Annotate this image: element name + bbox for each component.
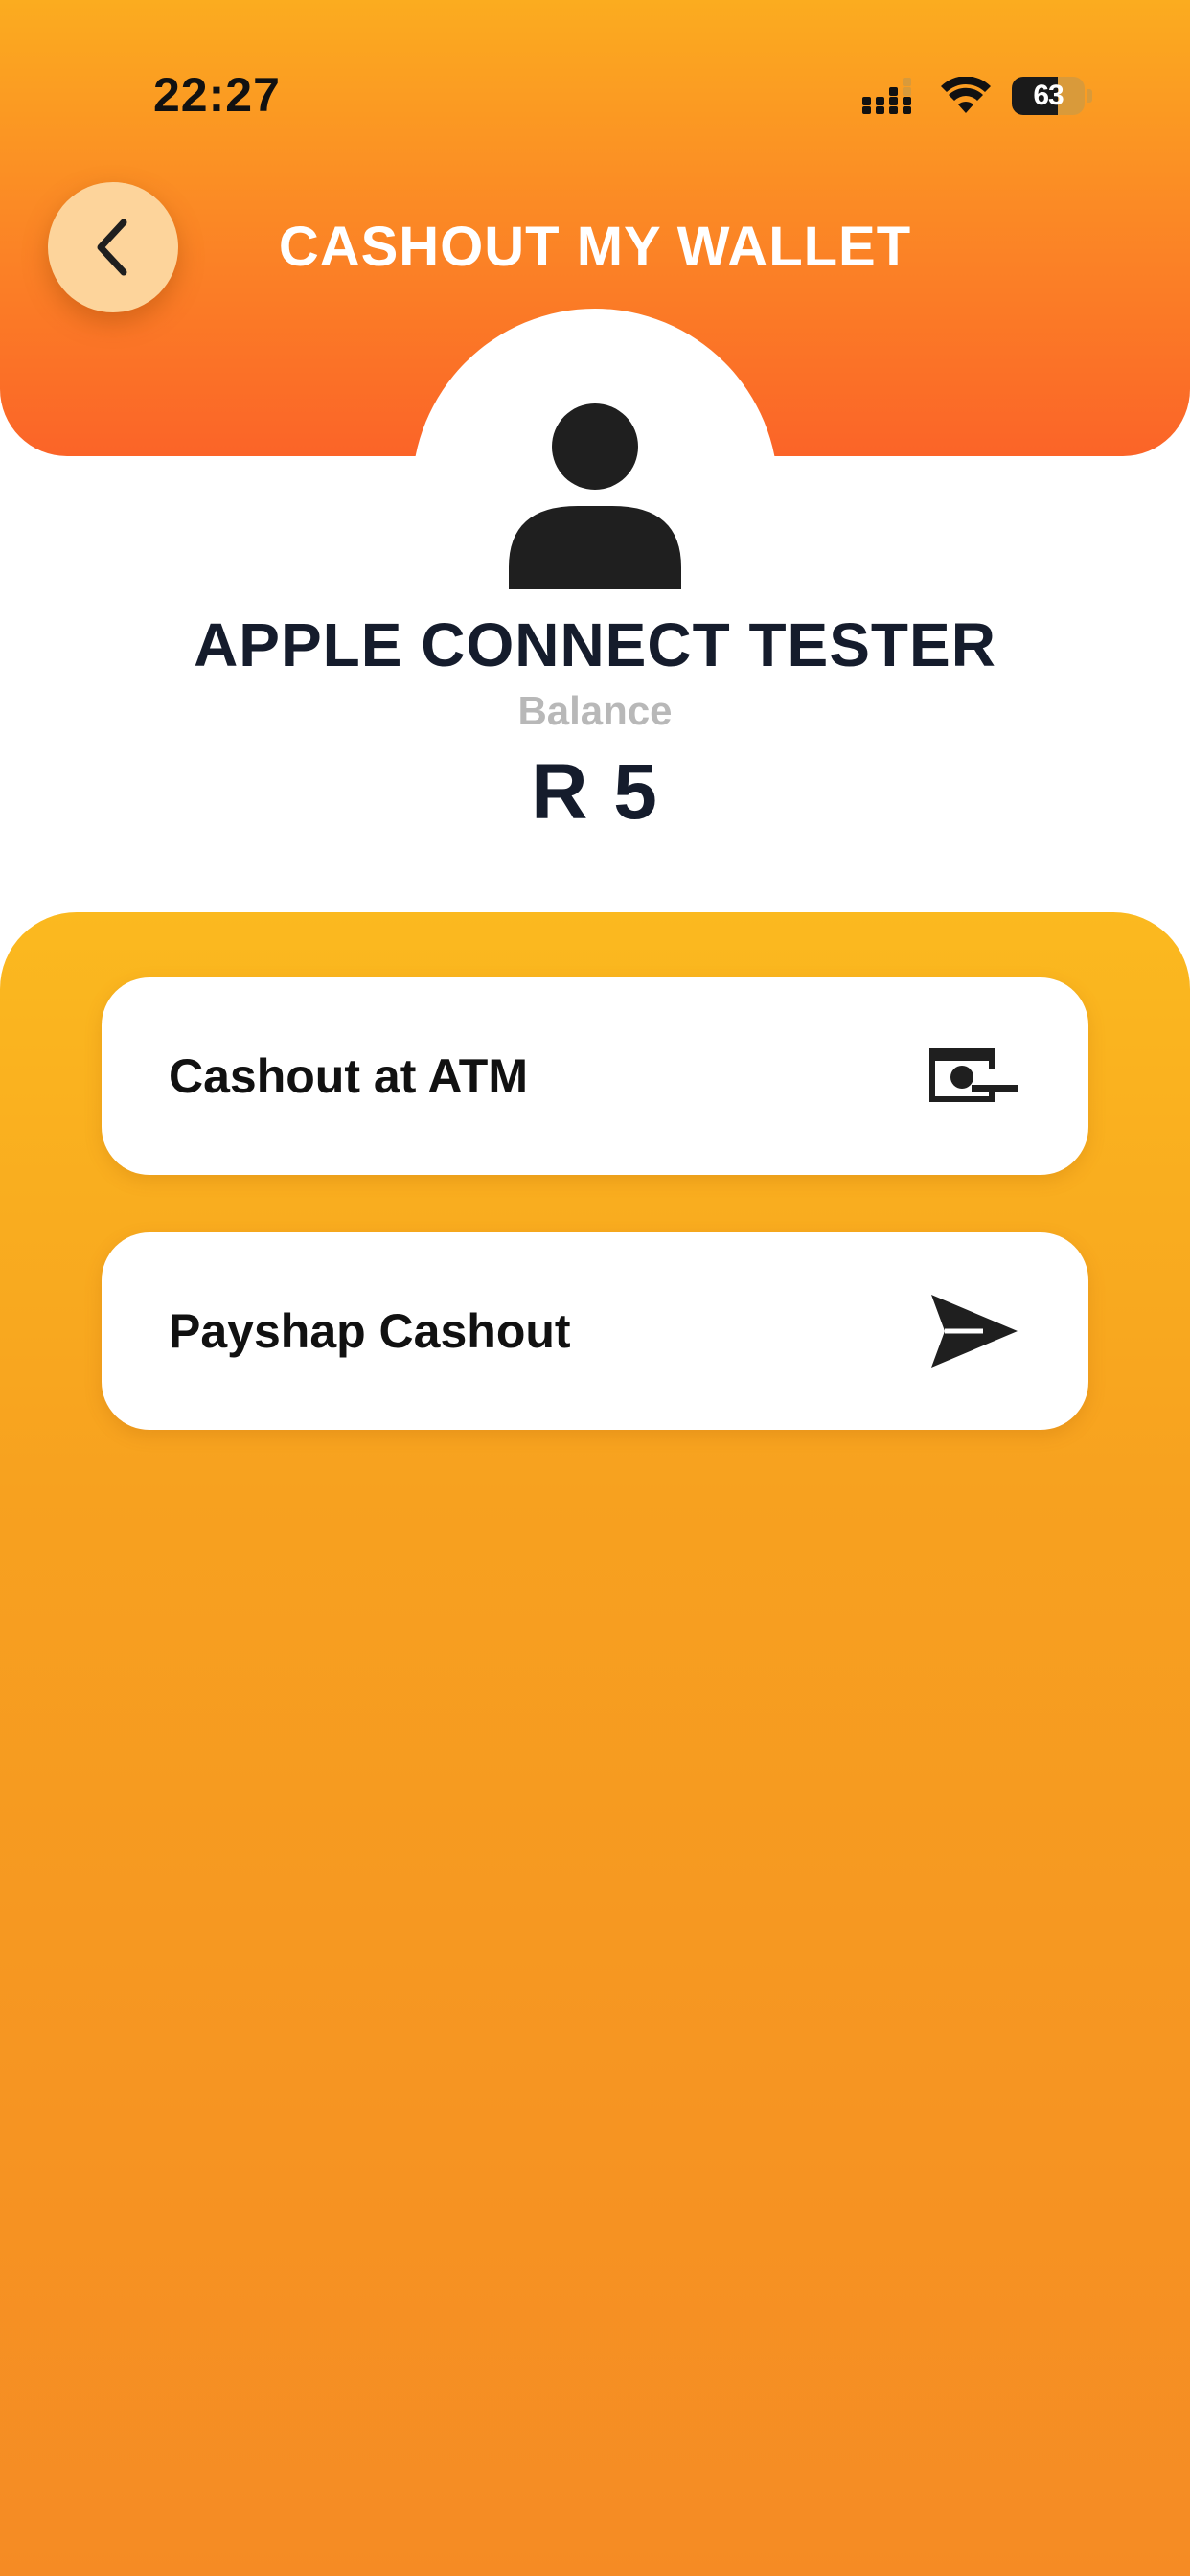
cashout-at-atm-button[interactable]: Cashout at ATM: [102, 978, 1088, 1175]
option-label: Cashout at ATM: [169, 1049, 528, 1103]
page-title-text: CASHOUT MY WALLET: [278, 216, 912, 278]
battery-level: 63: [1033, 80, 1064, 111]
wifi-icon: [941, 77, 991, 113]
balance-value: R 5: [531, 748, 659, 836]
battery-tip: [1087, 89, 1092, 103]
option-label: Payshap Cashout: [169, 1304, 571, 1358]
battery-icon: 63: [1012, 77, 1092, 115]
payshap-cashout-button[interactable]: Payshap Cashout: [102, 1232, 1088, 1430]
cash-withdraw-icon: [929, 1048, 1018, 1102]
page-title: CASHOUT MY WALLET: [0, 215, 1190, 279]
status-time: 22:27: [153, 68, 281, 122]
balance-label: Balance: [517, 688, 673, 733]
user-name: APPLE CONNECT TESTER: [194, 610, 996, 679]
send-icon: [931, 1295, 1018, 1368]
user-avatar-icon: [509, 403, 681, 589]
cellular-signal-icon: [862, 78, 911, 114]
status-icons: 63: [862, 75, 1092, 117]
